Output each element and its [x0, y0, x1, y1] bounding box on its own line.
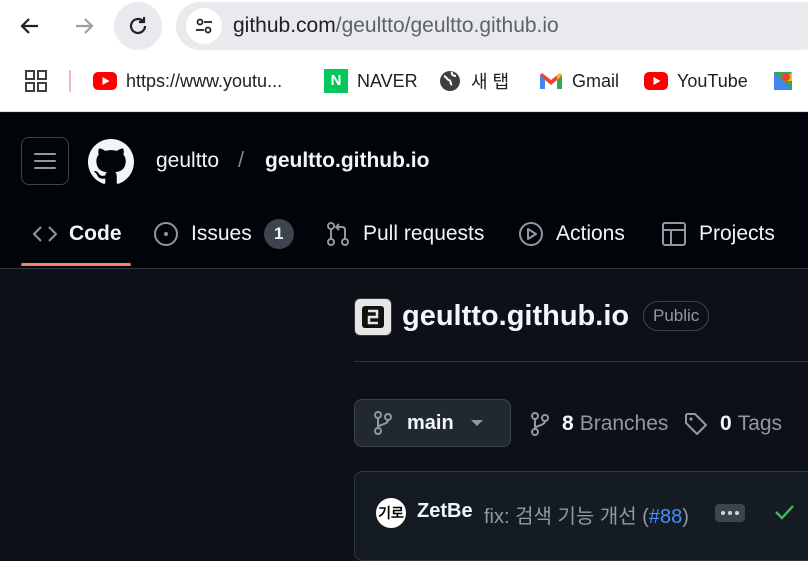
- repo-owner-avatar[interactable]: [354, 298, 392, 336]
- branch-select-button[interactable]: main: [354, 399, 511, 447]
- youtube-icon: [93, 72, 117, 90]
- bookmark-gmail[interactable]: Gmail: [539, 66, 619, 96]
- back-arrow-icon: [20, 18, 38, 34]
- issue-icon: [153, 221, 179, 247]
- bookmark-label: 새 탭: [471, 72, 510, 92]
- tune-icon: [196, 18, 212, 34]
- geultto-logo-icon: [362, 306, 384, 328]
- naver-icon: N: [324, 69, 348, 93]
- apps-grid-icon: [25, 70, 47, 92]
- tab-code[interactable]: Code: [33, 211, 122, 257]
- tab-projects[interactable]: Projects: [661, 211, 775, 257]
- tab-label: Pull requests: [363, 222, 485, 245]
- bookmark-new-tab[interactable]: 새 탭: [438, 66, 509, 96]
- table-icon: [661, 221, 687, 247]
- code-icon: [33, 224, 57, 244]
- bookmark-youtube-link[interactable]: https://www.youtu...: [93, 66, 282, 96]
- branch-icon: [374, 411, 392, 435]
- avatar[interactable]: 기로: [374, 496, 408, 530]
- browser-toolbar: github.com/geultto/geultto.github.io: [0, 0, 808, 52]
- site-info-button[interactable]: [186, 8, 222, 44]
- menu-button[interactable]: [21, 137, 69, 185]
- forward-arrow-icon: [76, 18, 94, 34]
- latest-commit-box: 기로 ZetBe fix: 검색 기능 개선 (#88): [354, 471, 808, 561]
- breadcrumb-separator: /: [238, 147, 245, 172]
- tab-label: Code: [69, 222, 122, 245]
- globe-icon: [438, 69, 462, 93]
- play-icon: [518, 221, 544, 247]
- breadcrumb-owner-link[interactable]: geultto: [156, 149, 219, 173]
- active-tab-indicator: [21, 263, 131, 266]
- branch-name: main: [407, 411, 454, 434]
- tag-icon: [685, 413, 707, 435]
- tags-count: 0: [720, 412, 732, 435]
- tab-label: Projects: [699, 222, 775, 245]
- chevron-down-icon: [470, 419, 484, 427]
- bookmark-label: NAVER: [357, 70, 418, 91]
- commit-details-button[interactable]: [715, 504, 745, 522]
- hamburger-icon: [34, 153, 56, 169]
- repo-title[interactable]: geultto.github.io: [402, 300, 629, 333]
- apps-button[interactable]: [24, 66, 48, 96]
- bookmark-label: YouTube: [677, 70, 748, 91]
- bookmarks-bar: https://www.youtu... N NAVER 새 탭 Gmail Y…: [0, 52, 808, 112]
- bookmark-naver[interactable]: N NAVER: [324, 66, 418, 96]
- github-header: geultto / geultto.github.io Code Issues …: [0, 113, 808, 269]
- branch-icon: [531, 412, 549, 436]
- back-button[interactable]: [6, 2, 54, 50]
- breadcrumb-repo-link[interactable]: geultto.github.io: [265, 149, 429, 173]
- maps-icon: [771, 69, 795, 93]
- reload-icon: [129, 17, 147, 35]
- check-icon[interactable]: [773, 502, 795, 527]
- github-logo-icon[interactable]: [88, 139, 134, 190]
- gmail-icon: [539, 72, 563, 90]
- commit-message[interactable]: fix: 검색 기능 개선 (#88): [484, 500, 689, 529]
- bookmark-youtube[interactable]: YouTube: [644, 66, 748, 96]
- branches-count: 8: [562, 412, 574, 435]
- tab-actions[interactable]: Actions: [518, 211, 625, 257]
- tab-pull-requests[interactable]: Pull requests: [325, 211, 484, 257]
- tab-issues[interactable]: Issues 1: [153, 211, 294, 257]
- pr-link[interactable]: #88: [649, 506, 682, 528]
- visibility-badge: Public: [643, 301, 710, 331]
- pull-request-icon: [325, 221, 351, 247]
- tags-label: Tags: [737, 412, 783, 435]
- url-text: github.com/geultto/geultto.github.io: [233, 14, 559, 37]
- issues-count-badge: 1: [263, 219, 294, 249]
- bookmarks-separator: [69, 70, 71, 92]
- tags-link[interactable]: 0 Tags: [684, 409, 782, 439]
- youtube-icon: [644, 72, 668, 90]
- bookmark-label: Gmail: [572, 70, 620, 91]
- tab-label: Issues: [191, 222, 252, 245]
- title-divider: [354, 361, 808, 362]
- bookmark-maps[interactable]: [771, 66, 804, 96]
- branches-label: Branches: [579, 412, 669, 435]
- address-bar[interactable]: github.com/geultto/geultto.github.io: [176, 2, 808, 50]
- branches-link[interactable]: 8 Branches: [530, 409, 668, 439]
- forward-button[interactable]: [60, 2, 108, 50]
- reload-button[interactable]: [114, 2, 162, 50]
- bookmark-label: https://www.youtu...: [126, 70, 283, 91]
- tab-label: Actions: [556, 222, 625, 245]
- commit-author-link[interactable]: ZetBe: [417, 500, 473, 523]
